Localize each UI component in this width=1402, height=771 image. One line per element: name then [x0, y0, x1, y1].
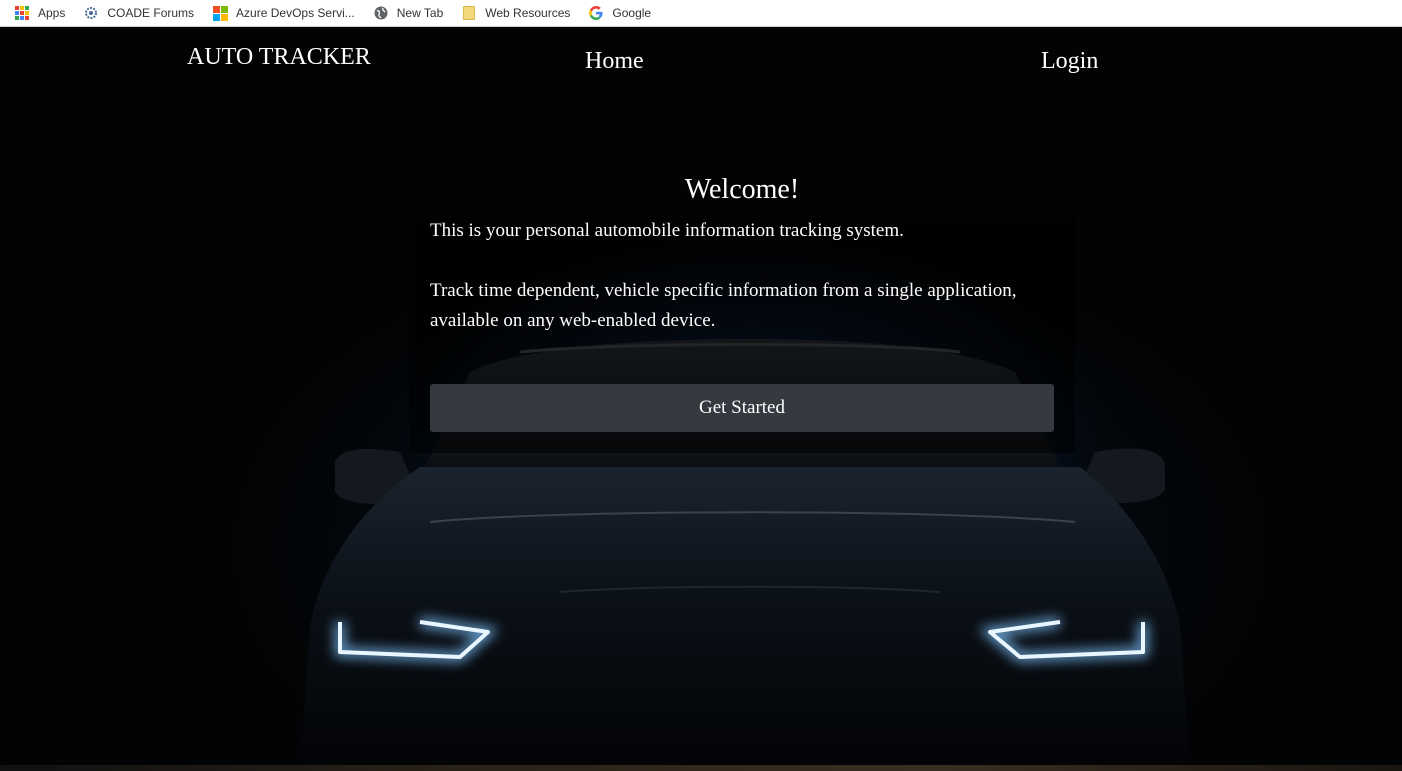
bookmark-label: Azure DevOps Servi... — [236, 6, 355, 20]
bookmark-label: Google — [612, 6, 652, 20]
bookmark-apps[interactable]: Apps — [14, 3, 65, 23]
brand-logo-text[interactable]: AUTO TRACKER — [187, 44, 371, 71]
bookmark-web-resources[interactable]: Web Resources — [461, 3, 570, 23]
landing-page: AUTO TRACKER Home Login Welcome! This is… — [0, 27, 1402, 771]
google-g-icon — [588, 5, 604, 21]
bookmark-label: COADE Forums — [107, 6, 195, 20]
bookmark-label: New Tab — [396, 6, 444, 20]
bookmark-azure-devops[interactable]: Azure DevOps Servi... — [212, 3, 355, 23]
folder-icon — [461, 5, 477, 21]
bottom-edge-strip — [0, 765, 1402, 771]
welcome-title: Welcome! — [684, 174, 800, 205]
nav-login-link[interactable]: Login — [1041, 48, 1098, 75]
nav-home-link[interactable]: Home — [585, 48, 644, 75]
welcome-description-text: Track time dependent, vehicle specific i… — [430, 280, 1017, 331]
bookmark-google[interactable]: Google — [588, 3, 651, 23]
globe-icon — [373, 5, 389, 21]
bookmark-label: Web Resources — [485, 6, 571, 20]
gear-icon — [83, 5, 99, 21]
bookmark-coade-forums[interactable]: COADE Forums — [83, 3, 194, 23]
get-started-button[interactable]: Get Started — [430, 384, 1054, 432]
welcome-intro-text: This is your personal automobile informa… — [430, 220, 904, 241]
apps-grid-icon — [14, 5, 30, 21]
bookmark-label: Apps — [38, 6, 66, 20]
microsoft-logo-icon — [212, 5, 228, 21]
bookmark-new-tab[interactable]: New Tab — [373, 3, 443, 23]
bookmarks-bar: Apps COADE Forums Azure DevOps Servi... … — [0, 0, 1402, 27]
